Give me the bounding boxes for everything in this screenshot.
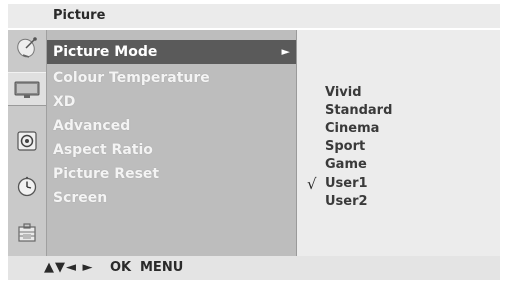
tv-screen-icon bbox=[14, 81, 40, 98]
ok-hint: OK bbox=[110, 260, 132, 275]
menu-item-label: XD bbox=[53, 94, 76, 110]
menu-item-label: Advanced bbox=[53, 118, 131, 134]
footer-hints: ▲▼◄ ► OK MENU bbox=[8, 256, 500, 280]
option-user1[interactable]: √ User1 bbox=[307, 176, 368, 192]
menu-item-aspect-ratio[interactable]: Aspect Ratio bbox=[47, 139, 296, 161]
option-user2[interactable]: User2 bbox=[325, 194, 368, 210]
menu-item-colour-temperature[interactable]: Colour Temperature bbox=[47, 67, 296, 89]
tab-time[interactable] bbox=[12, 172, 42, 202]
lock-icon bbox=[18, 223, 36, 242]
menu-item-label: Aspect Ratio bbox=[53, 142, 153, 158]
check-mark-icon: √ bbox=[307, 175, 317, 193]
tab-picture[interactable] bbox=[8, 72, 46, 106]
menu-item-label: Picture Mode bbox=[53, 44, 158, 60]
menu-item-label: Picture Reset bbox=[53, 166, 160, 182]
menu-item-label: Colour Temperature bbox=[53, 70, 210, 86]
option-cinema[interactable]: Cinema bbox=[325, 121, 379, 137]
tab-station[interactable] bbox=[12, 32, 42, 62]
nav-arrows-icon: ▲▼◄ ► bbox=[44, 260, 94, 275]
osd-window: Picture Picture Mode ► Colour Temperatur… bbox=[0, 0, 508, 281]
menu-item-picture-reset[interactable]: Picture Reset bbox=[47, 163, 296, 185]
option-label: User1 bbox=[325, 176, 368, 191]
option-sport[interactable]: Sport bbox=[325, 139, 365, 155]
option-vivid[interactable]: Vivid bbox=[325, 85, 362, 101]
menu-item-label: Screen bbox=[53, 190, 108, 206]
submenu-arrow-icon: ► bbox=[281, 45, 290, 58]
menu-item-picture-mode[interactable]: Picture Mode ► bbox=[47, 40, 296, 64]
clock-icon bbox=[17, 176, 37, 197]
speaker-icon bbox=[17, 131, 37, 151]
tab-audio[interactable] bbox=[12, 126, 42, 156]
menu-hint: MENU bbox=[140, 260, 184, 275]
tab-lock[interactable] bbox=[12, 218, 42, 248]
satellite-dish-icon bbox=[17, 37, 37, 58]
menu-item-screen[interactable]: Screen bbox=[47, 187, 296, 209]
menu-item-xd[interactable]: XD bbox=[47, 91, 296, 113]
picture-mode-submenu: Vivid Standard Cinema Sport Game √ User1… bbox=[297, 30, 500, 256]
option-game[interactable]: Game bbox=[325, 157, 367, 173]
menu-item-advanced[interactable]: Advanced bbox=[47, 115, 296, 137]
option-standard[interactable]: Standard bbox=[325, 103, 392, 119]
menu-panel: Picture Mode ► Colour Temperature XD Adv… bbox=[47, 30, 297, 256]
sidebar-tabs bbox=[8, 30, 47, 256]
menu-title: Picture bbox=[8, 4, 500, 28]
